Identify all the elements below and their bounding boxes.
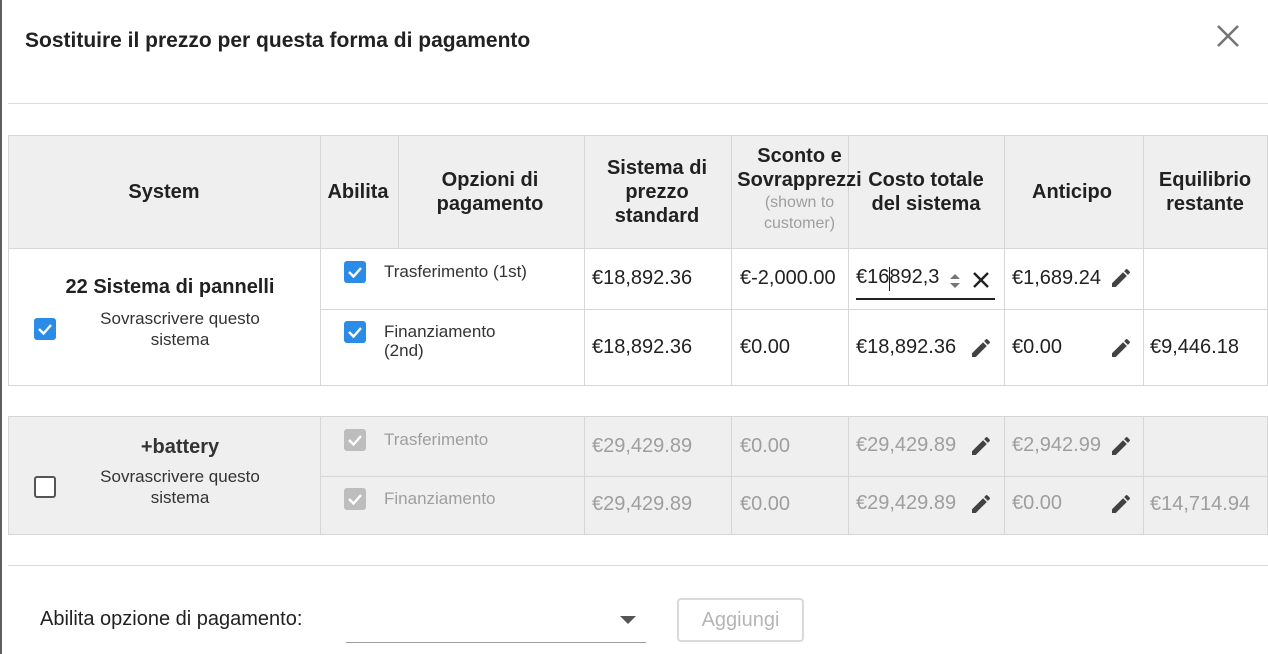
standard-price: €18,892.36 xyxy=(592,267,693,289)
total-cost-value: €29,429.89 xyxy=(856,492,957,514)
header-discount: Sconto e Sovrapprezzi (shown to customer… xyxy=(732,144,867,234)
header-deposit: Anticipo xyxy=(1032,181,1112,203)
close-icon[interactable] xyxy=(1212,20,1244,52)
pencil-icon[interactable] xyxy=(1109,492,1133,516)
enable-checkbox xyxy=(344,429,366,451)
balance-value: €9,446.18 xyxy=(1150,336,1239,358)
clear-icon[interactable] xyxy=(969,268,993,292)
enable-option-label: Abilita opzione di pagamento: xyxy=(40,608,303,630)
system-name: 22 Sistema di pannelli xyxy=(65,276,275,298)
total-cost-value: €18,892.36 xyxy=(856,336,957,358)
header-discount-note: (shown to customer) xyxy=(763,194,836,232)
text-caret xyxy=(889,267,890,291)
header-balance: Equilibrio restante xyxy=(1158,169,1252,215)
payment-option-label: Finanziamento (2nd) xyxy=(384,322,496,360)
enable-checkbox[interactable] xyxy=(344,321,366,343)
pencil-icon[interactable] xyxy=(969,434,993,458)
override-label: Sovrascrivere questo sistema xyxy=(100,467,260,507)
override-checkbox[interactable] xyxy=(34,318,56,340)
standard-price: €29,429.89 xyxy=(592,493,693,515)
header-payment-options: Opzioni di pagamento xyxy=(436,169,544,215)
payment-option-label: Trasferimento xyxy=(384,430,489,449)
override-label: Sovrascrivere questo sistema xyxy=(100,309,260,349)
pencil-icon[interactable] xyxy=(1109,266,1133,290)
total-cost-value: €29,429.89 xyxy=(856,434,957,456)
divider-bottom xyxy=(8,565,1268,566)
spinner-icon[interactable] xyxy=(948,270,962,292)
enable-checkbox xyxy=(344,488,366,510)
payment-option-label: Trasferimento (1st) xyxy=(384,262,527,281)
pencil-icon[interactable] xyxy=(969,336,993,360)
header-total-cost: Costo totale del sistema xyxy=(868,169,984,215)
standard-price: €18,892.36 xyxy=(592,336,693,358)
discount-value: €0.00 xyxy=(740,435,791,457)
header-standard-price: Sistema di prezzo standard xyxy=(606,157,708,227)
discount-value: €0.00 xyxy=(740,336,791,358)
balance-value: €14,714.94 xyxy=(1150,493,1251,515)
discount-value: €0.00 xyxy=(740,493,791,515)
add-button[interactable]: Aggiungi xyxy=(677,598,804,642)
enable-checkbox[interactable] xyxy=(344,261,366,283)
standard-price: €29,429.89 xyxy=(592,435,693,457)
total-cost-input-value: €16892,3 xyxy=(856,266,940,288)
divider-top xyxy=(8,103,1268,104)
payment-option-select[interactable] xyxy=(346,600,646,643)
header-discount-label: Sconto e Sovrapprezzi xyxy=(737,145,862,191)
dialog-title: Sostituire il prezzo per questa forma di… xyxy=(25,29,531,52)
header-enable: Abilita xyxy=(327,181,389,203)
total-cost-input[interactable]: €16892,3 xyxy=(856,264,995,300)
deposit-value: €0.00 xyxy=(1012,492,1063,514)
deposit-value: €1,689.24 xyxy=(1012,267,1101,289)
pencil-icon[interactable] xyxy=(1109,434,1133,458)
deposit-value: €0.00 xyxy=(1012,336,1063,358)
header-system: System xyxy=(128,181,200,203)
system-name: +battery xyxy=(140,436,220,458)
pencil-icon[interactable] xyxy=(1109,336,1133,360)
discount-value: €-2,000.00 xyxy=(740,267,836,289)
payment-option-label: Finanziamento xyxy=(384,489,496,508)
deposit-value: €2,942.99 xyxy=(1012,434,1101,456)
window-edge xyxy=(0,0,2,654)
dropdown-arrow-icon xyxy=(620,616,636,624)
override-checkbox[interactable] xyxy=(34,476,56,498)
pencil-icon[interactable] xyxy=(969,492,993,516)
